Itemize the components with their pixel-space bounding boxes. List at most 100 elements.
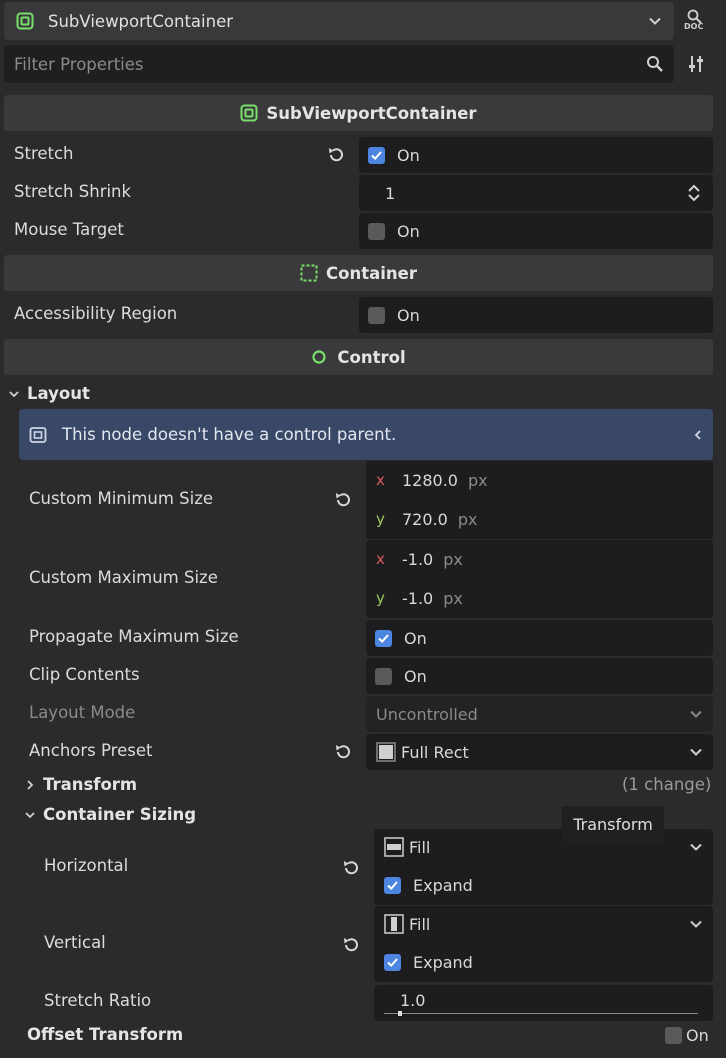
anchors-preset-revert-button[interactable] — [333, 742, 353, 766]
doc-icon — [687, 9, 702, 24]
transform-changes-count: (1 change) — [622, 775, 712, 794]
accessibility-region-checkbox[interactable]: On — [359, 297, 713, 333]
offset-transform-label: Offset Transform — [27, 1025, 184, 1044]
anchors-preset-label: Anchors Preset — [29, 741, 153, 760]
checkbox-unchecked-icon — [375, 667, 392, 685]
checkbox-unchecked-icon — [368, 222, 385, 240]
vertical-expand-checkbox[interactable]: Expand — [374, 942, 713, 982]
axis-x-label: x — [376, 550, 385, 568]
filter-properties-input[interactable]: Filter Properties — [4, 45, 674, 83]
stretch-checkbox[interactable]: On — [359, 137, 713, 173]
transform-tooltip: Transform — [562, 806, 664, 842]
unit-label: px — [443, 549, 463, 569]
layout-mode-dropdown[interactable]: Uncontrolled — [366, 696, 713, 732]
layout-group-label: Layout — [27, 384, 90, 403]
custom-max-size-field: x -1.0 px y -1.0 px — [366, 540, 713, 618]
stretch-ratio-value: 1.0 — [400, 991, 426, 1010]
clip-contents-checkbox[interactable]: On — [366, 658, 713, 694]
accessibility-region-value: On — [397, 305, 420, 325]
horizontal-revert-button[interactable] — [341, 858, 361, 882]
doc-button[interactable]: DOC — [683, 6, 709, 36]
checkbox-checked-icon — [375, 629, 392, 647]
anchors-preset-value: Full Rect — [401, 742, 469, 762]
custom-min-size-field: x 1280.0 px y 720.0 px — [366, 461, 713, 539]
unit-label: px — [457, 509, 478, 529]
revert-icon — [329, 148, 343, 162]
min-size-y-value: 720.0 — [402, 509, 448, 529]
chevron-down-icon — [689, 917, 703, 931]
layout-group-toggle[interactable]: Layout — [8, 384, 90, 403]
section-container: Container — [4, 255, 713, 291]
revert-icon — [344, 861, 358, 875]
vertical-mode-value: Fill — [409, 914, 431, 934]
propagate-max-size-value: On — [404, 628, 427, 648]
transform-group-toggle[interactable]: Transform — [24, 775, 137, 794]
unit-label: px — [467, 470, 488, 490]
vertical-revert-button[interactable] — [341, 935, 361, 959]
chevron-down-icon — [25, 811, 35, 818]
max-size-x-value: -1.0 — [402, 549, 434, 569]
mouse-target-label: Mouse Target — [14, 220, 124, 239]
checkbox-unchecked-icon — [665, 1027, 682, 1044]
node-type-selector[interactable]: SubViewportContainer — [4, 2, 674, 40]
accessibility-region-label: Accessibility Region — [14, 304, 178, 323]
layout-mode-value: Uncontrolled — [376, 704, 478, 724]
checkbox-checked-icon — [384, 876, 401, 894]
section-title: SubViewportContainer — [266, 103, 477, 123]
vertical-sizing-field: Fill Expand — [374, 906, 713, 982]
axis-y-label: y — [376, 589, 385, 607]
revert-icon — [344, 938, 358, 952]
vertical-label: Vertical — [44, 933, 106, 952]
axis-y-label: y — [376, 510, 385, 528]
custom-min-size-label: Custom Minimum Size — [29, 489, 214, 508]
spin-arrows-icon — [687, 183, 701, 203]
unit-label: px — [443, 588, 463, 608]
vertical-fill-dropdown[interactable]: Fill — [374, 906, 713, 942]
chevron-down-icon — [689, 840, 703, 854]
custom-min-size-y-input[interactable]: y 720.0 px — [366, 499, 713, 539]
container-sizing-group-toggle[interactable]: Container Sizing — [24, 805, 196, 824]
search-icon — [646, 55, 664, 73]
slider-grabber[interactable] — [398, 1011, 402, 1016]
stretch-revert-button[interactable] — [326, 145, 346, 169]
no-control-parent-warning: This node doesn't have a control parent. — [19, 409, 713, 460]
horizontal-mode-value: Fill — [409, 837, 431, 857]
custom-max-size-x-input[interactable]: x -1.0 px — [366, 540, 713, 578]
fill-horizontal-icon — [384, 837, 404, 857]
sliders-icon — [689, 56, 703, 72]
section-control: Control — [4, 339, 713, 375]
custom-max-size-label: Custom Maximum Size — [29, 568, 218, 587]
mouse-target-checkbox[interactable]: On — [359, 213, 713, 249]
chevron-down-icon — [9, 390, 19, 397]
subviewport-container-icon — [240, 104, 258, 122]
transform-group-label: Transform — [43, 775, 138, 794]
control-icon — [312, 350, 326, 364]
anchors-preset-dropdown[interactable]: Full Rect — [366, 734, 713, 770]
stretch-ratio-slider[interactable]: 1.0 — [374, 985, 713, 1021]
propagate-max-size-checkbox[interactable]: On — [366, 620, 713, 656]
custom-min-size-revert-button[interactable] — [333, 490, 353, 514]
custom-min-size-x-input[interactable]: x 1280.0 px — [366, 461, 713, 499]
mouse-target-value: On — [397, 221, 420, 241]
chevron-down-icon — [689, 707, 703, 721]
clip-contents-label: Clip Contents — [29, 665, 140, 684]
chevron-left-icon[interactable] — [693, 429, 703, 441]
axis-x-label: x — [376, 471, 385, 489]
property-filter-options-button[interactable] — [686, 54, 706, 74]
chevron-down-icon — [648, 14, 662, 28]
revert-icon — [336, 745, 350, 759]
doc-label: DOC — [684, 22, 704, 31]
full-rect-icon — [376, 742, 396, 762]
checkbox-unchecked-icon — [368, 306, 385, 324]
stretch-shrink-label: Stretch Shrink — [14, 182, 132, 201]
stretch-label: Stretch — [14, 144, 74, 163]
horizontal-expand-checkbox[interactable]: Expand — [374, 865, 713, 905]
min-size-x-value: 1280.0 — [402, 470, 458, 490]
custom-max-size-y-input[interactable]: y -1.0 px — [366, 578, 713, 618]
section-title: Container — [326, 263, 417, 283]
stretch-value: On — [397, 145, 420, 165]
section-subviewport-container: SubViewportContainer — [4, 95, 713, 131]
stretch-shrink-spinbox[interactable]: 1 — [359, 175, 713, 211]
offset-transform-checkbox[interactable]: On — [665, 1026, 709, 1045]
stretch-ratio-label: Stretch Ratio — [44, 991, 152, 1010]
